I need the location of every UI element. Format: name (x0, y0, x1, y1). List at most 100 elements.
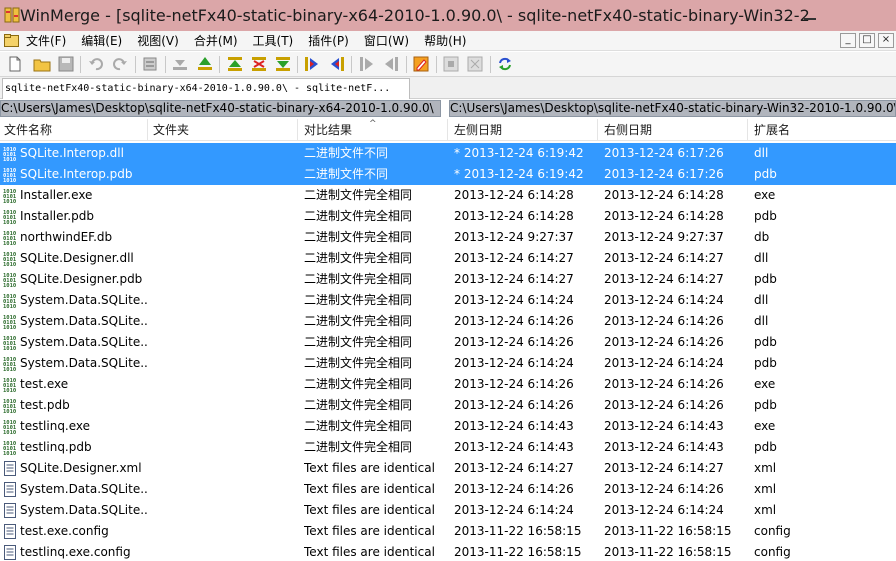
next-diff-icon[interactable] (171, 55, 189, 73)
menu-help[interactable]: 帮助(H) (424, 33, 466, 49)
copy-left-advance-icon[interactable] (382, 55, 400, 73)
file-row[interactable]: 1010 0101 1010 System.Data.SQLite.... 二进制文件完… (0, 311, 896, 332)
copy-left-icon[interactable] (328, 55, 346, 73)
menu-window[interactable]: 窗口(W) (364, 33, 409, 49)
file-row[interactable]: 1010 0101 1010 SQLite.Designer.dll 二进制文件完全相同… (0, 248, 896, 269)
right-date: 2013-12-24 6:14:43 (604, 419, 724, 433)
file-name: System.Data.SQLite.... (20, 503, 148, 517)
right-date: 2013-12-24 6:14:26 (604, 398, 724, 412)
save-icon[interactable] (57, 55, 75, 73)
compare-result: 二进制文件完全相同 (304, 335, 413, 349)
compare-result: 二进制文件完全相同 (304, 230, 413, 244)
left-date: 2013-12-24 6:14:24 (454, 503, 574, 517)
file-row[interactable]: testlinq.exe.config Text files are identi… (0, 542, 896, 561)
right-date: 2013-12-24 6:14:26 (604, 335, 724, 349)
column-header-folder[interactable]: 文件夹 (148, 119, 298, 141)
redo-icon[interactable] (111, 55, 129, 73)
menu-plugins[interactable]: 插件(P) (308, 33, 349, 49)
minimize-button[interactable] (804, 6, 816, 20)
column-header-extension[interactable]: 扩展名 (748, 119, 896, 141)
compare-result: Text files are identical (304, 545, 435, 559)
menu-merge[interactable]: 合并(M) (194, 33, 238, 49)
mdi-close-button[interactable]: × (878, 33, 894, 48)
menu-edit[interactable]: 编辑(E) (81, 33, 122, 49)
file-row[interactable]: 1010 0101 1010 test.pdb 二进制文件完全相同 2013-12-24 … (0, 395, 896, 416)
right-date: 2013-12-24 6:17:26 (604, 146, 724, 160)
binary-file-icon: 1010 0101 1010 (3, 398, 17, 413)
right-path-bar[interactable]: C:\Users\James\Desktop\sqlite-netFx40-st… (449, 100, 896, 117)
first-diff-icon[interactable] (226, 55, 244, 73)
file-name: testlinq.pdb (20, 440, 92, 454)
file-row[interactable]: 1010 0101 1010 Installer.pdb 二进制文件完全相同 2013-1… (0, 206, 896, 227)
last-diff-icon[interactable] (274, 55, 292, 73)
left-path-bar[interactable]: C:\Users\James\Desktop\sqlite-netFx40-st… (0, 100, 441, 117)
file-extension: exe (754, 377, 776, 391)
column-header-name[interactable]: 文件名称 (0, 119, 148, 141)
file-row[interactable]: 1010 0101 1010 System.Data.SQLite.... 二进制文件完… (0, 332, 896, 353)
title-bar[interactable]: WinMerge - [sqlite-netFx40-static-binary… (0, 0, 896, 31)
left-date: 2013-12-24 6:14:27 (454, 272, 574, 286)
svg-text:1010: 1010 (3, 241, 16, 245)
file-row[interactable]: 1010 0101 1010 System.Data.SQLite.... 二进制文件完… (0, 353, 896, 374)
current-diff-icon[interactable] (250, 55, 268, 73)
toolbar-separator (490, 56, 491, 73)
expand-icon[interactable] (466, 55, 484, 73)
new-file-icon[interactable] (6, 55, 24, 73)
file-row[interactable]: test.exe.config Text files are identical 2… (0, 521, 896, 542)
svg-text:1010: 1010 (3, 178, 16, 182)
file-row[interactable]: 1010 0101 1010 testlinq.exe 二进制文件完全相同 2013-12… (0, 416, 896, 437)
file-row[interactable]: 1010 0101 1010 SQLite.Interop.dll 二进制文件不同 * 2… (0, 143, 896, 164)
left-date: 2013-12-24 6:14:28 (454, 188, 574, 202)
file-name: System.Data.SQLite.... (20, 335, 148, 349)
left-date: 2013-11-22 16:58:15 (454, 524, 582, 538)
toolbar-separator (351, 56, 352, 73)
file-row[interactable]: 1010 0101 1010 Installer.exe 二进制文件完全相同 2013-1… (0, 185, 896, 206)
sort-ascending-icon: ^ (369, 119, 377, 129)
file-row[interactable]: SQLite.Designer.xml Text files are identi… (0, 458, 896, 479)
file-extension: xml (754, 482, 777, 496)
left-date: 2013-12-24 6:14:27 (454, 251, 574, 265)
toolbar-separator (436, 56, 437, 73)
copy-right-advance-icon[interactable] (358, 55, 376, 73)
collapse-icon[interactable] (442, 55, 460, 73)
menu-tools[interactable]: 工具(T) (253, 33, 294, 49)
toolbar-separator (80, 56, 81, 73)
mdi-minimize-button[interactable]: _ (840, 33, 856, 48)
mdi-restore-button[interactable]: □ (859, 33, 875, 48)
file-row[interactable]: 1010 0101 1010 northwindEF.db 二进制文件完全相同 2013-… (0, 227, 896, 248)
compare-result: 二进制文件不同 (304, 146, 389, 160)
file-extension: pdb (754, 167, 777, 181)
file-extension: config (754, 545, 791, 559)
right-date: 2013-11-22 16:58:15 (604, 524, 732, 538)
prev-diff-icon[interactable] (196, 55, 214, 73)
edit-icon[interactable] (412, 55, 430, 73)
refresh-icon[interactable] (496, 55, 514, 73)
file-row[interactable]: 1010 0101 1010 testlinq.pdb 二进制文件完全相同 2013-12… (0, 437, 896, 458)
file-row[interactable]: System.Data.SQLite.... Text files are ide… (0, 500, 896, 521)
column-header-left-date[interactable]: 左侧日期 (448, 119, 598, 141)
column-header-right-date[interactable]: 右侧日期 (598, 119, 748, 141)
file-row[interactable]: 1010 0101 1010 test.exe 二进制文件完全相同 2013-12-24 … (0, 374, 896, 395)
menu-view[interactable]: 视图(V) (137, 33, 179, 49)
file-row[interactable]: 1010 0101 1010 SQLite.Designer.pdb 二进制文件完全相同… (0, 269, 896, 290)
file-row[interactable]: 1010 0101 1010 SQLite.Interop.pdb 二进制文件不同 * 2… (0, 164, 896, 185)
file-name: System.Data.SQLite.... (20, 482, 148, 496)
file-name: testlinq.exe.config (20, 545, 131, 559)
file-name: System.Data.SQLite.... (20, 356, 148, 370)
left-date: 2013-12-24 6:14:26 (454, 314, 574, 328)
open-folder-icon[interactable] (33, 55, 51, 73)
document-icon[interactable] (4, 34, 19, 47)
binary-file-icon: 1010 0101 1010 (3, 272, 17, 287)
document-tab[interactable]: sqlite-netFx40-static-binary-x64-2010-1.… (2, 78, 410, 99)
options-icon[interactable] (141, 55, 159, 73)
undo-icon[interactable] (87, 55, 105, 73)
file-extension: exe (754, 188, 776, 202)
file-row[interactable]: System.Data.SQLite.... Text files are ide… (0, 479, 896, 500)
left-date: 2013-12-24 9:27:37 (454, 230, 574, 244)
file-row[interactable]: 1010 0101 1010 System.Data.SQLite.... 二进制文件完… (0, 290, 896, 311)
copy-right-icon[interactable] (303, 55, 321, 73)
left-date: 2013-12-24 6:14:26 (454, 482, 574, 496)
menu-file[interactable]: 文件(F) (26, 33, 66, 49)
binary-file-icon: 1010 0101 1010 (3, 293, 17, 308)
left-date: 2013-11-22 16:58:15 (454, 545, 582, 559)
